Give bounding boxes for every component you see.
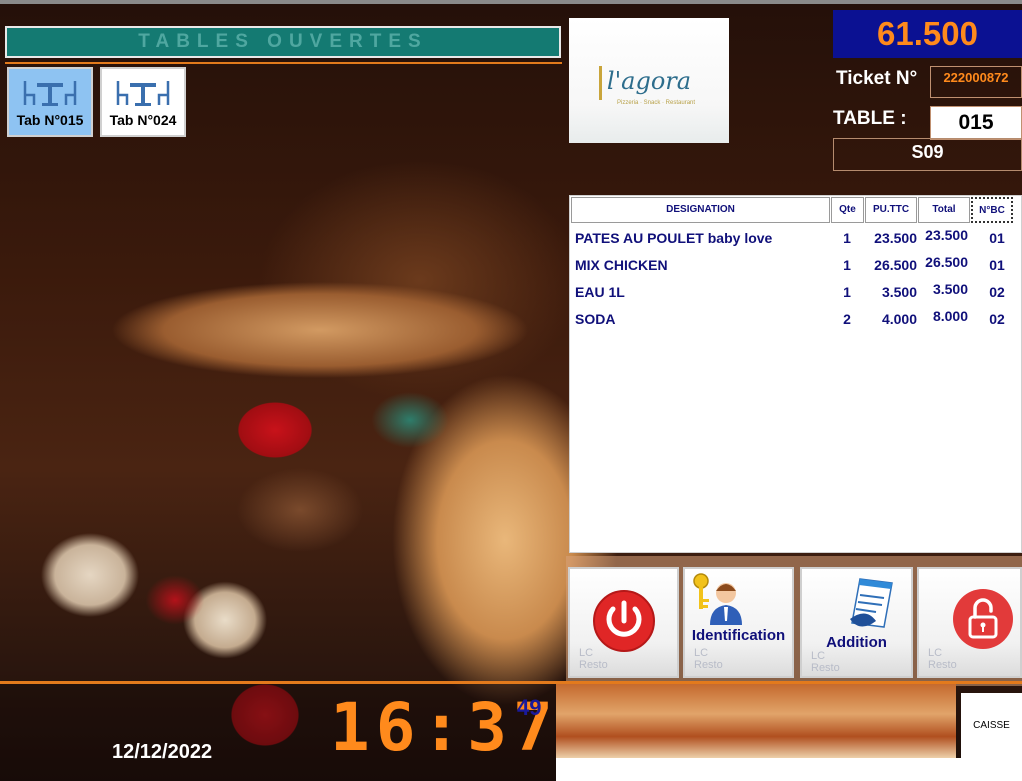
addition-button[interactable]: Addition LC Resto (800, 567, 913, 678)
line-pu: 3.500 (881, 284, 917, 300)
table-button-label: Tab N°024 (109, 112, 177, 128)
unlock-icon (953, 589, 1013, 649)
order-line[interactable]: SODA 2 4.000 8.000 02 (570, 305, 1022, 332)
addition-label: Addition (826, 634, 887, 651)
line-designation: MIX CHICKEN (575, 257, 668, 273)
line-qte: 1 (843, 230, 851, 246)
current-date: 12/12/2022 (112, 741, 213, 763)
clock-seconds: 49 (517, 695, 542, 720)
watermark-lc: LC (928, 647, 943, 659)
line-qte: 1 (843, 257, 851, 273)
line-designation: EAU 1L (575, 284, 625, 300)
column-header-designation: DESIGNATION (571, 197, 830, 223)
header-divider (5, 62, 562, 64)
line-pu: 23.500 (874, 230, 917, 246)
table-number: 015 (930, 106, 1022, 140)
fork-icon (599, 66, 602, 100)
logo-tagline: Pizzeria · Snack · Restaurant (617, 100, 696, 106)
watermark-resto: Resto (579, 659, 608, 671)
order-line[interactable]: PATES AU POULET baby love 1 23.500 23.50… (570, 224, 1022, 251)
line-pu: 26.500 (874, 257, 917, 273)
watermark-lc: LC (811, 650, 826, 662)
logo-name: l'agora (606, 66, 692, 95)
register-label: CAISSE (961, 693, 1022, 759)
restaurant-logo: l'agora Pizzeria · Snack · Restaurant (569, 18, 729, 143)
line-bc: 01 (989, 257, 1005, 273)
table-chairs-icon (116, 81, 170, 106)
order-line[interactable]: EAU 1L 1 3.500 3.500 02 (570, 278, 1022, 305)
table-button-015[interactable]: Tab N°015 (7, 67, 93, 137)
line-designation: SODA (575, 311, 616, 327)
top-rule (0, 0, 1022, 4)
line-designation: PATES AU POULET baby love (575, 230, 773, 246)
column-header-pu: PU.TTC (865, 197, 917, 223)
line-bc: 02 (989, 311, 1005, 327)
order-lines-table[interactable]: DESIGNATION Qte PU.TTC Total N°BC PATES … (569, 195, 1022, 553)
table-button-label: Tab N°015 (16, 112, 84, 128)
table-chairs-icon (23, 81, 77, 106)
table-number-label: TABLE : (833, 108, 907, 129)
line-bc: 02 (989, 284, 1005, 300)
line-qte: 2 (843, 311, 851, 327)
server-code: S09 (833, 138, 1022, 171)
power-off-button[interactable]: LC Resto (568, 567, 679, 678)
line-bc: 01 (989, 230, 1005, 246)
line-total: 3.500 (932, 281, 968, 297)
order-line[interactable]: MIX CHICKEN 1 26.500 26.500 01 (570, 251, 1022, 278)
footer-image-strip (556, 684, 956, 759)
order-table-header: DESIGNATION Qte PU.TTC Total N°BC (570, 196, 1022, 224)
identification-button[interactable]: Identification LC Resto (683, 567, 794, 678)
invoice-icon (850, 578, 893, 628)
line-total: 8.000 (932, 308, 968, 324)
line-pu: 4.000 (881, 311, 917, 327)
ticket-number-label: Ticket N° (836, 68, 918, 89)
ticket-number: 222000872 (930, 66, 1022, 98)
ticket-total: 61.500 (833, 10, 1022, 58)
watermark-lc: LC (694, 647, 709, 659)
power-icon (593, 590, 655, 652)
line-total: 26.500 (925, 254, 968, 270)
unlock-button[interactable]: LC Resto (917, 567, 1022, 678)
column-header-qte: Qte (831, 197, 864, 223)
open-tables-title: TABLES OUVERTES (138, 31, 428, 52)
watermark-resto: Resto (928, 659, 957, 671)
watermark-resto: Resto (694, 659, 723, 671)
identification-label: Identification (691, 627, 786, 644)
user-key-icon (693, 573, 742, 625)
line-total: 23.500 (925, 227, 968, 243)
column-header-bc: N°BC (971, 197, 1013, 223)
footer-white-band (556, 758, 1022, 781)
open-tables-header: TABLES OUVERTES (5, 26, 561, 58)
line-qte: 1 (843, 284, 851, 300)
column-header-total: Total (918, 197, 970, 223)
table-button-024[interactable]: Tab N°024 (100, 67, 186, 137)
watermark-resto: Resto (811, 662, 840, 674)
watermark-lc: LC (579, 647, 594, 659)
